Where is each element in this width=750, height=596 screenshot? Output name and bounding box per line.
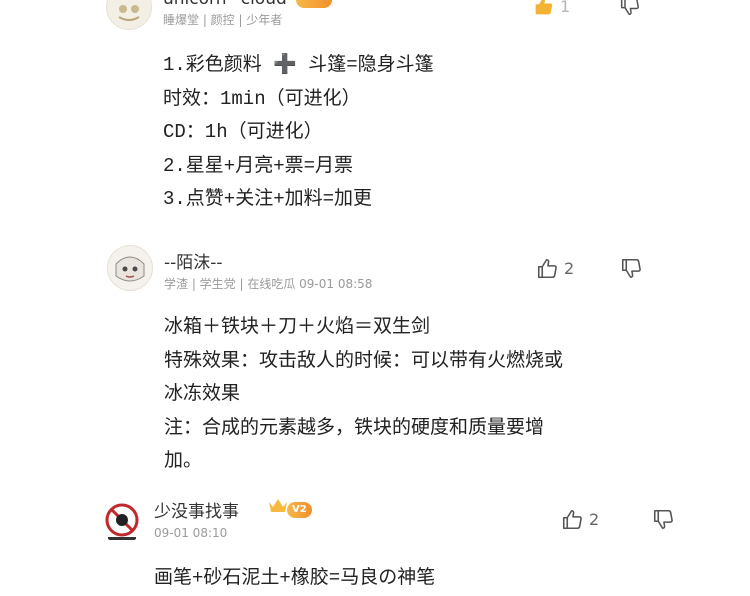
- thumbs-up-icon: [535, 0, 553, 15]
- like-button[interactable]: 2: [537, 258, 574, 279]
- like-count: 2: [564, 259, 575, 278]
- dislike-button[interactable]: [620, 0, 640, 16]
- comment-body: 画笔+砂石泥土+橡胶=马良の神笔: [154, 567, 436, 589]
- like-button[interactable]: 2: [562, 509, 599, 530]
- comment-body: 冰箱＋铁块＋刀＋火焰＝双生剑 特殊效果：攻击敌人的时候：可以带有火燃烧或 冰冻效…: [164, 316, 564, 472]
- thumbs-down-icon: [620, 0, 639, 16]
- comment-meta: 睡爆堂 | 颜控 | 少年者: [163, 13, 283, 27]
- like-count: 1: [560, 0, 571, 16]
- avatar[interactable]: [106, 0, 152, 30]
- level-badge: [296, 0, 332, 8]
- comment-author[interactable]: 少没事找事: [154, 497, 239, 522]
- comment-body: 1.彩色颜料 ➕ 斗篷=隐身斗篷 时效：1min（可进化） CD：1h（可进化）…: [163, 54, 434, 210]
- dislike-button[interactable]: [653, 509, 674, 530]
- like-count: 2: [589, 510, 600, 529]
- comment-meta: 09-01 08:10: [154, 526, 228, 540]
- comment-meta: 学渣 | 学生党 | 在线吃瓜 09-01 08:58: [164, 277, 373, 291]
- crown-icon: [269, 499, 287, 512]
- thumbs-up-icon: [562, 509, 582, 530]
- thumbs-up-icon: [537, 258, 557, 279]
- thumbs-down-icon: [653, 509, 673, 530]
- comment-author[interactable]: --陌沫--: [164, 248, 223, 273]
- avatar[interactable]: [100, 500, 144, 544]
- dislike-button[interactable]: [621, 258, 642, 279]
- avatar[interactable]: [107, 245, 153, 291]
- thumbs-down-icon: [621, 258, 641, 279]
- comment-author[interactable]: unicorn~cloud: [163, 0, 287, 9]
- level-badge: V2: [287, 502, 312, 518]
- like-button[interactable]: 1: [534, 0, 570, 16]
